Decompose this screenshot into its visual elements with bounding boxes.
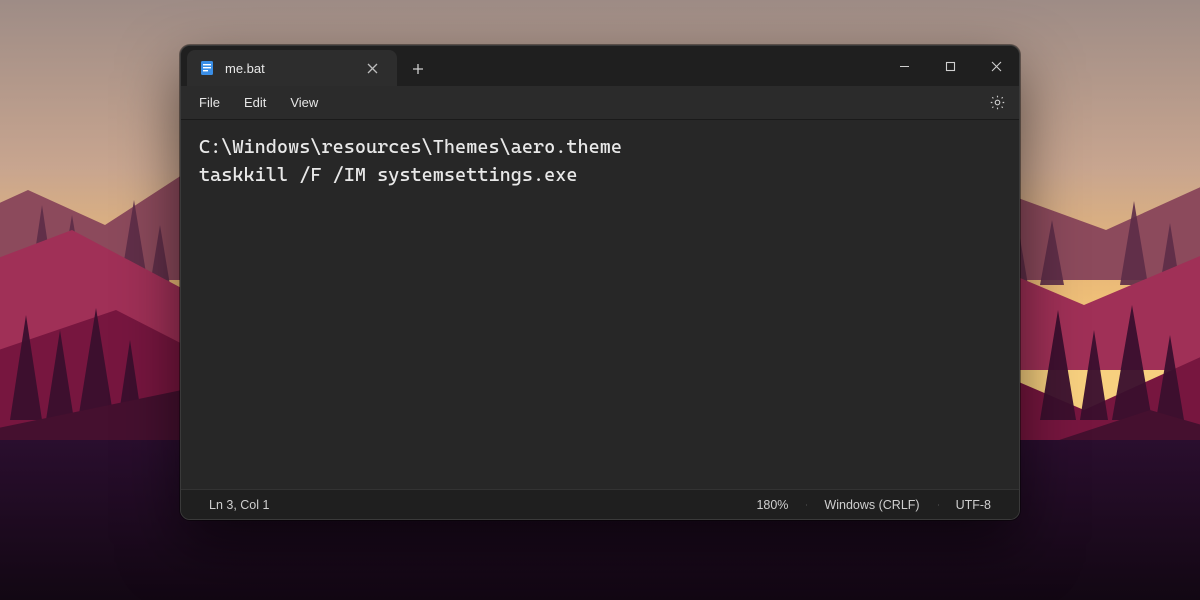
status-encoding[interactable]: UTF-8: [938, 498, 1009, 512]
maximize-button[interactable]: [927, 46, 973, 86]
minimize-button[interactable]: [881, 46, 927, 86]
menu-view[interactable]: View: [278, 90, 330, 115]
status-cursor-position[interactable]: Ln 3, Col 1: [191, 498, 287, 512]
menu-file[interactable]: File: [187, 90, 232, 115]
new-tab-button[interactable]: [401, 52, 435, 86]
window-control-group: [881, 46, 1019, 86]
tab-active[interactable]: me.bat: [187, 50, 397, 86]
tab-title: me.bat: [225, 61, 265, 76]
notepad-window: me.bat File Edit View: [180, 45, 1020, 520]
text-editor[interactable]: C:\Windows\resources\Themes\aero.theme t…: [181, 120, 1019, 489]
menu-edit[interactable]: Edit: [232, 90, 278, 115]
gear-icon: [989, 94, 1006, 111]
status-line-ending[interactable]: Windows (CRLF): [806, 498, 937, 512]
settings-button[interactable]: [981, 89, 1013, 117]
titlebar[interactable]: me.bat: [181, 46, 1019, 86]
menubar: File Edit View: [181, 86, 1019, 120]
tab-close-button[interactable]: [361, 57, 383, 79]
status-zoom[interactable]: 180%: [738, 498, 806, 512]
notepad-file-icon: [199, 60, 215, 76]
statusbar: Ln 3, Col 1 180% Windows (CRLF) UTF-8: [181, 489, 1019, 519]
close-button[interactable]: [973, 46, 1019, 86]
